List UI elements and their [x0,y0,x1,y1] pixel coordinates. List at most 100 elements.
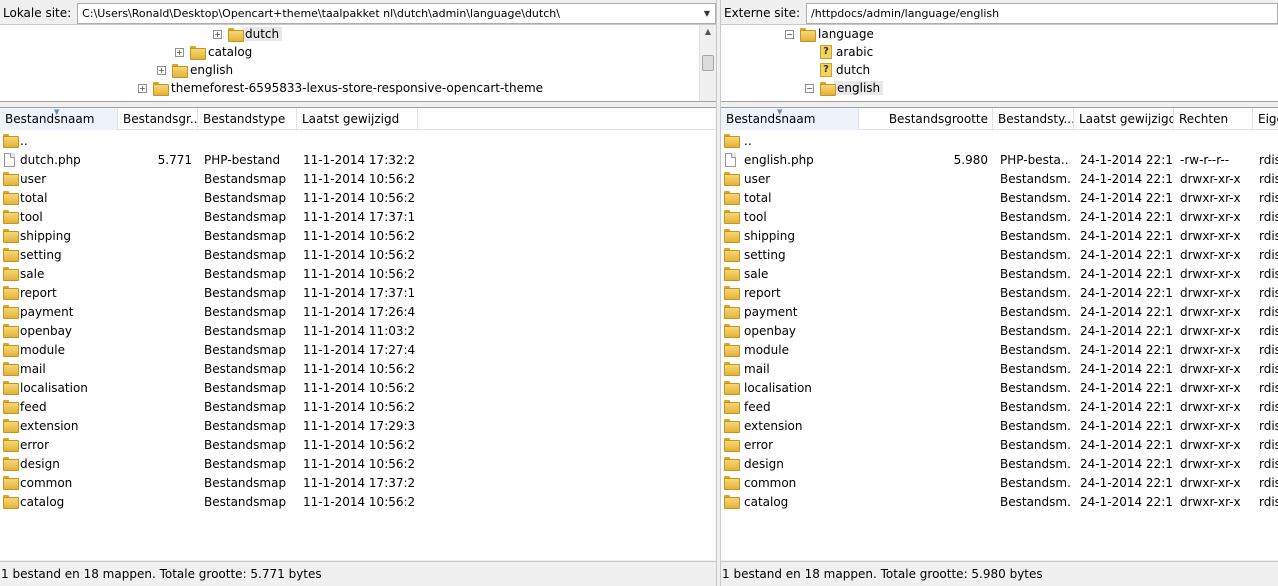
file-list-row[interactable]: setting Bestandsm... 24-1-2014 22:1... drwx… [721,246,1278,265]
file-list-row[interactable]: total Bestandsmap 11-1-2014 10:56:27 [0,189,716,208]
file-permissions: drwxr-xr-x [1180,229,1241,243]
file-list-row[interactable]: .. [0,132,716,151]
file-list-row[interactable]: openbay Bestandsmap 11-1-2014 11:03:23 [0,322,716,341]
file-owner: rdis [1259,438,1278,452]
file-list-row[interactable]: feed Bestandsmap 11-1-2014 10:56:26 [0,398,716,417]
file-list-row[interactable]: sale Bestandsm... 24-1-2014 22:1... drwxr-x… [721,265,1278,284]
file-list-row[interactable]: mail Bestandsm... 24-1-2014 22:1... drwxr-x… [721,360,1278,379]
folder-icon [3,229,19,243]
row-icon [3,495,19,509]
row-icon [3,305,19,319]
file-list-row[interactable]: user Bestandsm... 24-1-2014 22:1... drwxr-x… [721,170,1278,189]
file-list-row[interactable]: error Bestandsmap 11-1-2014 10:56:25 [0,436,716,455]
column-header-permissions[interactable]: Rechten [1174,108,1253,130]
tree-node[interactable]: + themeforest-6595833-lexus-store-respon… [138,79,543,97]
column-header-filetype[interactable]: Bestandstype [198,108,297,130]
remote-address-label: Externe site: [724,6,801,20]
local-address-bar: Lokale site: C:\Users\Ronald\Desktop\Ope… [0,0,716,26]
collapse-icon[interactable]: − [785,29,794,39]
scroll-up-icon[interactable]: ▲ [700,27,716,36]
file-list-row[interactable]: total Bestandsm... 24-1-2014 22:1... drwxr-… [721,189,1278,208]
file-type: Bestandsmap [204,286,287,300]
file-list-row[interactable]: common Bestandsmap 11-1-2014 17:37:22 [0,474,716,493]
tree-node[interactable]: − english [805,79,884,97]
expand-icon[interactable]: + [213,29,222,39]
row-icon [724,153,738,167]
file-modified: 11-1-2014 10:56:25 [303,457,415,471]
file-list-row[interactable]: report Bestandsm... 24-1-2014 22:1... drwxr… [721,284,1278,303]
file-owner: rdis [1259,267,1278,281]
tree-node[interactable]: + catalog [175,43,252,61]
file-list-row[interactable]: design Bestandsm... 24-1-2014 22:1... drwxr… [721,455,1278,474]
file-list-row[interactable]: catalog Bestandsmap 11-1-2014 10:56:25 [0,493,716,512]
file-list-row[interactable]: .. [721,132,1278,151]
tree-node[interactable]: ? dutch [820,61,870,79]
column-header-filename[interactable]: Bestandsnaam [721,108,859,130]
file-size [859,493,988,512]
file-permissions: drwxr-xr-x [1180,419,1241,433]
file-type: Bestandsm... [1000,381,1070,395]
file-modified: 11-1-2014 10:56:25 [303,495,415,509]
file-list-row[interactable]: error Bestandsm... 24-1-2014 22:1... drwxr-… [721,436,1278,455]
file-list-row[interactable]: tool Bestandsmap 11-1-2014 17:37:11 [0,208,716,227]
file-list-row[interactable]: extension Bestandsmap 11-1-2014 17:29:30 [0,417,716,436]
file-list-row[interactable]: payment Bestandsm... 24-1-2014 22:1... drwx… [721,303,1278,322]
file-size [859,227,988,246]
file-list-row[interactable]: catalog Bestandsm... 24-1-2014 22:1... drwx… [721,493,1278,512]
file-type: Bestandsm... [1000,343,1070,357]
row-icon [3,134,19,148]
file-list-row[interactable]: module Bestandsmap 11-1-2014 17:27:49 [0,341,716,360]
tree-scrollbar[interactable]: ▲ [699,25,716,101]
column-header-modified[interactable]: Laatst gewijzigd [297,108,418,130]
file-list-row[interactable]: module Bestandsm... 24-1-2014 22:1... drwxr… [721,341,1278,360]
file-list-row[interactable]: english.php 5.980 PHP-besta... 24-1-2014 22… [721,151,1278,170]
local-directory-tree: + dutch + catalog + english + themefores… [0,24,716,102]
file-list-row[interactable]: design Bestandsmap 11-1-2014 10:56:25 [0,455,716,474]
expand-icon[interactable]: + [157,65,166,75]
column-header-filesize[interactable]: Bestandsgr... [118,108,198,130]
file-list-row[interactable]: report Bestandsmap 11-1-2014 17:37:15 [0,284,716,303]
file-list-row[interactable]: localisation Bestandsmap 11-1-2014 10:56:2… [0,379,716,398]
column-header-owner[interactable]: Eige [1253,108,1278,130]
remote-address-value: /httpdocs/admin/language/english [811,6,1000,20]
collapse-icon[interactable]: − [805,83,814,93]
file-list-row[interactable]: extension Bestandsm... 24-1-2014 22:1... dr… [721,417,1278,436]
file-list-row[interactable]: openbay Bestandsm... 24-1-2014 22:1... drwx… [721,322,1278,341]
scrollbar-thumb[interactable] [702,55,714,71]
file-list-row[interactable]: sale Bestandsmap 11-1-2014 10:56:27 [0,265,716,284]
folder-icon [724,229,740,243]
file-list-row[interactable]: shipping Bestandsm... 24-1-2014 22:1... drw… [721,227,1278,246]
column-header-filetype[interactable]: Bestandsty... [993,108,1074,130]
file-list-row[interactable]: user Bestandsmap 11-1-2014 10:56:27 [0,170,716,189]
folder-icon [3,438,19,452]
column-header-modified[interactable]: Laatst gewijzigd [1074,108,1174,130]
file-list-row[interactable]: shipping Bestandsmap 11-1-2014 10:56:27 [0,227,716,246]
file-size [859,284,988,303]
file-list-row[interactable]: localisation Bestandsm... 24-1-2014 22:1..… [721,379,1278,398]
file-list-row[interactable]: mail Bestandsmap 11-1-2014 10:56:26 [0,360,716,379]
tree-node[interactable]: − language [785,25,874,43]
column-header-filesize[interactable]: Bestandsgrootte [859,108,993,130]
remote-list-header: Bestandsnaam ▼ Bestandsgrootte Bestandst… [721,108,1278,130]
tree-node[interactable]: + dutch [213,25,283,43]
file-type: Bestandsmap [204,362,287,376]
local-address-input[interactable]: C:\Users\Ronald\Desktop\Opencart+theme\t… [77,2,716,24]
file-list-row[interactable]: payment Bestandsmap 11-1-2014 17:26:42 [0,303,716,322]
tree-node[interactable]: ? arabic [820,43,873,61]
file-name: report [20,286,57,300]
file-list-row[interactable]: setting Bestandsmap 11-1-2014 10:56:27 [0,246,716,265]
expand-icon[interactable]: + [138,83,147,93]
expand-icon[interactable]: + [175,47,184,57]
file-list-row[interactable]: common Bestandsm... 24-1-2014 22:1... drwxr… [721,474,1278,493]
file-list-row[interactable]: tool Bestandsm... 24-1-2014 22:1... drwxr-x… [721,208,1278,227]
remote-address-input[interactable]: /httpdocs/admin/language/english [806,2,1278,24]
file-list-row[interactable]: feed Bestandsm... 24-1-2014 22:1... drwxr-x… [721,398,1278,417]
file-modified: 11-1-2014 10:56:26 [303,362,415,376]
file-list-row[interactable]: dutch.php 5.771 PHP-bestand 11-1-2014 17:32… [0,151,716,170]
file-size [859,303,988,322]
tree-node[interactable]: + english [157,61,233,79]
chevron-down-icon[interactable]: ▼ [699,4,715,23]
file-owner: rdis [1259,457,1278,471]
remote-site-pane: Externe site: /httpdocs/admin/language/e… [721,0,1278,586]
file-name: catalog [20,495,65,509]
